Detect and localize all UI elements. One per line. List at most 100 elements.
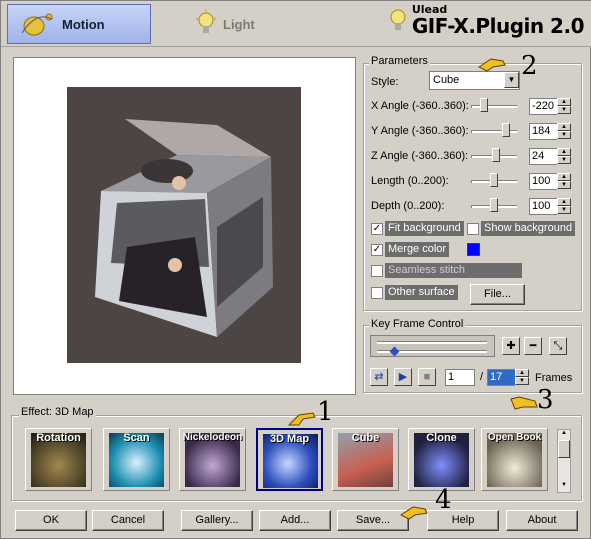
callout-number-4: 4	[435, 485, 452, 515]
effect-rotation-label: Rotation	[36, 432, 81, 444]
length-label: Length (0..200):	[371, 175, 449, 187]
file-button[interactable]: File...	[470, 284, 525, 305]
y-angle-input[interactable]: 184	[529, 123, 557, 140]
tab-motion[interactable]: Motion	[7, 4, 151, 44]
total-frames-spinner[interactable]: ▲ ▼	[515, 369, 529, 386]
loop-icon: ⇄	[374, 371, 384, 383]
play-icon: ▶	[398, 371, 408, 383]
effect-scan[interactable]: Scan	[103, 428, 170, 491]
style-select[interactable]: Cube ▼	[429, 71, 520, 90]
stop-icon: ■	[423, 371, 431, 383]
pointing-hand-icon	[400, 506, 428, 520]
add-keyframe-button[interactable]: ✚	[502, 337, 520, 355]
show-background-checkbox[interactable]	[467, 223, 479, 235]
timeline-track-top	[377, 341, 487, 344]
length-slider-thumb[interactable]	[490, 173, 498, 187]
spin-down-icon[interactable]: ▼	[557, 156, 571, 164]
z-angle-spinner[interactable]: ▲ ▼	[557, 148, 571, 165]
about-button[interactable]: About	[506, 510, 578, 531]
reverse-keyframe-button[interactable]: ⤡	[549, 337, 567, 355]
spin-down-icon[interactable]: ▼	[557, 131, 571, 139]
depth-input[interactable]: 100	[529, 198, 557, 215]
brand-title: GIF-X.Plugin 2.0	[411, 14, 585, 38]
length-spinner[interactable]: ▲ ▼	[557, 173, 571, 190]
frames-label: Frames	[535, 372, 573, 384]
x-angle-slider[interactable]	[471, 105, 517, 108]
frame-separator: /	[480, 371, 484, 383]
flip-icon: ⤡	[553, 340, 563, 352]
play-button[interactable]: ▶	[394, 368, 412, 386]
z-angle-input[interactable]: 24	[529, 148, 557, 165]
scroll-thumb[interactable]	[558, 440, 570, 458]
loop-button[interactable]: ⇄	[370, 368, 388, 386]
depth-spinner[interactable]: ▲ ▼	[557, 198, 571, 215]
cancel-button[interactable]: Cancel	[92, 510, 164, 531]
pointing-hand-icon	[478, 58, 506, 72]
x-angle-slider-thumb[interactable]	[480, 98, 488, 112]
remove-keyframe-button[interactable]: ━	[524, 337, 542, 355]
effect-nickelodeon[interactable]: Nickelodeon	[179, 428, 246, 491]
keyframe-timeline[interactable]	[370, 335, 495, 357]
y-angle-spinner[interactable]: ▲ ▼	[557, 123, 571, 140]
light-bulb-icon	[196, 9, 216, 33]
callout-number-1: 1	[317, 397, 334, 427]
merge-color-checkbox[interactable]: ✓	[371, 244, 383, 256]
merge-color-swatch[interactable]	[467, 243, 480, 256]
spin-up-icon[interactable]: ▲	[557, 198, 571, 206]
spin-up-icon[interactable]: ▲	[557, 173, 571, 181]
effect-3d-map[interactable]: 3D Map	[256, 428, 323, 491]
x-angle-input[interactable]: -220	[529, 98, 557, 115]
effect-rotation[interactable]: Rotation	[25, 428, 92, 491]
spin-up-icon[interactable]: ▲	[557, 123, 571, 131]
z-angle-label: Z Angle (-360..360):	[371, 150, 469, 162]
effects-group-label: Effect: 3D Map	[19, 406, 96, 418]
effects-scrollbar[interactable]: ▲ ▼	[557, 429, 571, 493]
tab-light[interactable]: Light	[187, 4, 297, 44]
brand-bulb-icon	[390, 9, 406, 30]
ok-button[interactable]: OK	[15, 510, 87, 531]
effect-open-book[interactable]: Open Book	[481, 428, 548, 491]
effect-scan-label: Scan	[123, 432, 150, 444]
scroll-up-icon[interactable]: ▲	[558, 430, 570, 440]
minus-icon: ━	[529, 340, 537, 352]
seamless-stitch-checkbox[interactable]	[371, 265, 383, 277]
spin-up-icon[interactable]: ▲	[515, 369, 529, 377]
current-frame-input[interactable]: 1	[445, 369, 475, 386]
add-button[interactable]: Add...	[259, 510, 331, 531]
scroll-down-icon[interactable]: ▼	[558, 482, 570, 492]
spin-down-icon[interactable]: ▼	[557, 181, 571, 189]
spin-down-icon[interactable]: ▼	[515, 377, 529, 385]
merge-color-label: Merge color	[385, 242, 450, 257]
depth-label: Depth (0..200):	[371, 200, 445, 212]
spin-down-icon[interactable]: ▼	[557, 206, 571, 214]
effect-3d-map-label: 3D Map	[269, 433, 310, 445]
length-input[interactable]: 100	[529, 173, 557, 190]
plugin-window: Motion Light Ulead GIF-X.Plugin 2.0 Para…	[0, 0, 591, 539]
y-angle-slider-thumb[interactable]	[502, 123, 510, 137]
effect-cube[interactable]: Cube	[332, 428, 399, 491]
x-angle-spinner[interactable]: ▲ ▼	[557, 98, 571, 115]
effect-nickelodeon-label: Nickelodeon	[182, 432, 243, 443]
effect-clone[interactable]: Clone	[408, 428, 475, 491]
spin-down-icon[interactable]: ▼	[557, 106, 571, 114]
spin-up-icon[interactable]: ▲	[557, 148, 571, 156]
timeline-marker[interactable]	[389, 346, 400, 357]
y-angle-slider[interactable]	[471, 130, 517, 133]
gallery-button[interactable]: Gallery...	[181, 510, 253, 531]
spin-up-icon[interactable]: ▲	[557, 98, 571, 106]
style-label: Style:	[371, 76, 399, 88]
header-bar: Motion Light Ulead GIF-X.Plugin 2.0	[1, 1, 591, 47]
other-surface-checkbox[interactable]	[371, 287, 383, 299]
brand-logo: Ulead GIF-X.Plugin 2.0	[388, 3, 585, 38]
stop-button[interactable]: ■	[418, 368, 436, 386]
depth-slider-thumb[interactable]	[490, 198, 498, 212]
tab-motion-label: Motion	[62, 16, 105, 32]
y-angle-label: Y Angle (-360..360):	[371, 125, 469, 137]
total-frames-input[interactable]: 17	[487, 369, 515, 386]
show-background-label: Show background	[481, 221, 576, 236]
cube-preview-image	[95, 119, 273, 337]
z-angle-slider-thumb[interactable]	[492, 148, 500, 162]
other-surface-label: Other surface	[385, 285, 458, 300]
effect-open-book-label: Open Book	[487, 432, 542, 443]
fit-background-checkbox[interactable]: ✓	[371, 223, 383, 235]
